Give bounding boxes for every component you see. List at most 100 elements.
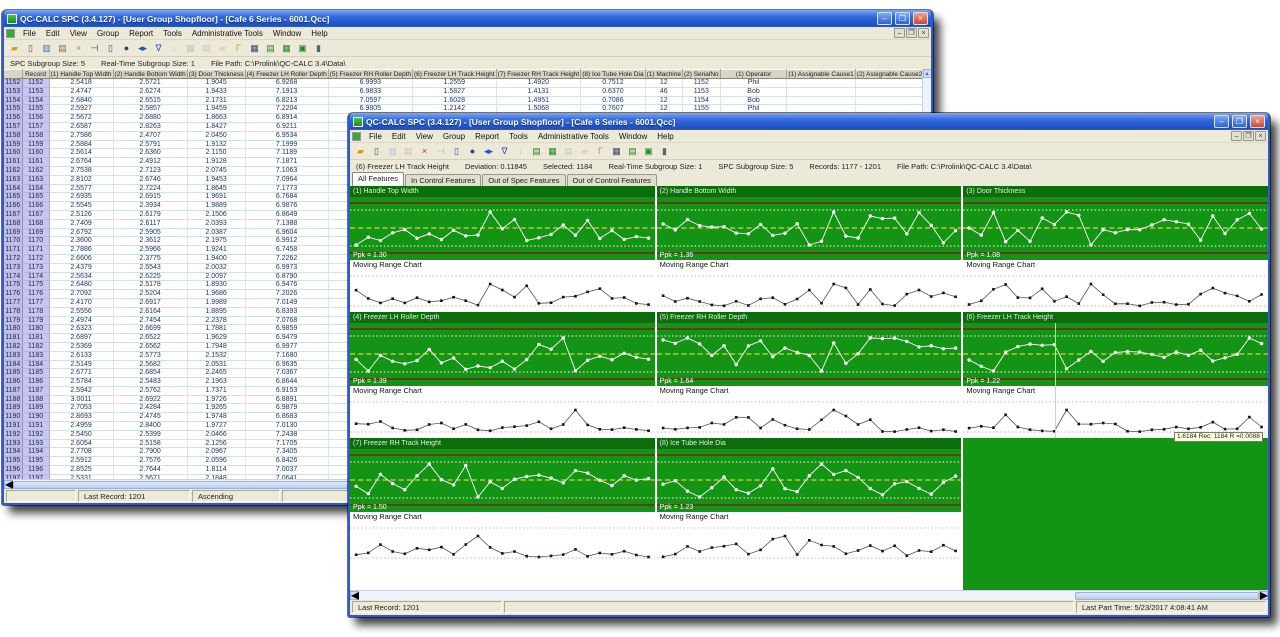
export-down-icon[interactable]: ↓ — [513, 145, 528, 158]
menu-help[interactable]: Help — [306, 29, 332, 38]
xbar-chart[interactable]: Ppk = 1.08 — [963, 197, 1268, 260]
scroll-left-arrow[interactable]: ◂ — [350, 591, 359, 600]
row-header[interactable]: 1195 — [4, 457, 22, 466]
back-titlebar[interactable]: QC-CALC SPC (3.4.127) - [User Group Shop… — [4, 10, 931, 27]
moving-range-chart[interactable] — [657, 270, 962, 312]
menu-group[interactable]: Group — [92, 29, 124, 38]
menu-edit[interactable]: Edit — [41, 29, 65, 38]
moving-range-chart[interactable] — [350, 522, 655, 564]
column-header[interactable]: (1) Handle Top Width — [49, 70, 113, 79]
moving-range-chart[interactable] — [350, 396, 655, 438]
row-header[interactable]: 1164 — [4, 184, 22, 193]
minimize-button[interactable]: – — [877, 12, 892, 25]
xbar-chart[interactable]: Ppk = 1.50 — [350, 449, 655, 512]
export-down-icon[interactable]: ↓ — [167, 42, 182, 55]
column-header[interactable]: (4) Freezer LH Roller Depth — [245, 70, 328, 79]
wrench-icon[interactable]: Γ — [231, 42, 246, 55]
feature-panel-4[interactable]: (4) Freezer LH Roller DepthPpk = 1.39Mov… — [350, 312, 655, 438]
xbar-chart[interactable]: Ppk = 1.64 — [657, 323, 962, 386]
row-header[interactable]: 1163 — [4, 175, 22, 184]
delete-icon[interactable]: ▯ — [23, 42, 38, 55]
moving-range-chart[interactable] — [657, 522, 962, 564]
row-header[interactable]: 1184 — [4, 360, 22, 369]
menu-group[interactable]: Group — [438, 132, 470, 141]
report-preview-icon[interactable]: ▯ — [449, 145, 464, 158]
report-preview-icon[interactable]: ▯ — [103, 42, 118, 55]
goto-last-icon[interactable]: ⊣ — [87, 42, 102, 55]
menu-administrative-tools[interactable]: Administrative Tools — [187, 29, 268, 38]
feature-panel-7[interactable]: (7) Freezer RH Track HeightPpk = 1.50Mov… — [350, 438, 655, 590]
open-folder-icon[interactable]: ▰ — [353, 145, 368, 158]
menu-edit[interactable]: Edit — [387, 132, 411, 141]
row-header[interactable]: 1197 — [4, 474, 22, 479]
scroll-left-arrow[interactable]: ◂ — [4, 480, 13, 489]
menu-window[interactable]: Window — [268, 29, 306, 38]
scroll-up-arrow[interactable]: ▴ — [923, 69, 932, 78]
xbar-chart[interactable]: Ppk = 1.30 — [350, 197, 655, 260]
column-header[interactable]: (8) Ice Tube Hole Dia — [581, 70, 645, 79]
folder2-icon[interactable]: ▰ — [215, 42, 230, 55]
close-button[interactable]: × — [1250, 115, 1265, 128]
pages-icon[interactable]: ▤ — [199, 42, 214, 55]
feature-panel-1[interactable]: (1) Handle Top WidthPpk = 1.30Moving Ran… — [350, 186, 655, 312]
row-header[interactable]: 1196 — [4, 466, 22, 475]
row-header[interactable]: 1156 — [4, 114, 22, 123]
row-header[interactable]: 1174 — [4, 272, 22, 281]
column-header[interactable]: (5) Freezer RH Roller Depth — [328, 70, 412, 79]
row-header[interactable]: 1188 — [4, 395, 22, 404]
feature-panel-8[interactable]: (8) Ice Tube Hole DiaPpk = 1.23Moving Ra… — [657, 438, 962, 590]
row-header[interactable]: 1185 — [4, 369, 22, 378]
row-header[interactable]: 1152 — [4, 79, 22, 88]
moving-range-chart[interactable] — [350, 270, 655, 312]
xbar-chart[interactable]: Ppk = 1.39 — [350, 323, 655, 386]
column-header[interactable]: Record — [22, 70, 49, 79]
scroll-thumb[interactable] — [1075, 592, 1259, 600]
moving-range-chart[interactable] — [657, 396, 962, 438]
menu-tools[interactable]: Tools — [158, 29, 187, 38]
row-header[interactable]: 1175 — [4, 281, 22, 290]
minimize-button[interactable]: – — [1214, 115, 1229, 128]
mdi-minimize-button[interactable]: – — [1231, 131, 1242, 141]
copy-icon[interactable]: ▥ — [39, 42, 54, 55]
pages-icon[interactable]: ▤ — [561, 145, 576, 158]
row-header[interactable]: 1193 — [4, 439, 22, 448]
row-header[interactable]: 1182 — [4, 342, 22, 351]
row-header[interactable]: 1167 — [4, 210, 22, 219]
row-header[interactable]: 1168 — [4, 219, 22, 228]
row-header[interactable]: 1165 — [4, 193, 22, 202]
row-header[interactable]: 1178 — [4, 307, 22, 316]
row-header[interactable]: 1181 — [4, 334, 22, 343]
row-header[interactable]: 1171 — [4, 246, 22, 255]
front-titlebar[interactable]: QC-CALC SPC (3.4.127) - [User Group Shop… — [350, 113, 1268, 130]
column-header[interactable]: (1) Machine — [645, 70, 682, 79]
row-header[interactable]: 1170 — [4, 237, 22, 246]
delete-icon[interactable]: ▯ — [369, 145, 384, 158]
row-header[interactable]: 1189 — [4, 404, 22, 413]
row-header[interactable]: 1166 — [4, 202, 22, 211]
row-header[interactable]: 1160 — [4, 149, 22, 158]
row-header[interactable]: 1158 — [4, 131, 22, 140]
maximize-button[interactable]: ❐ — [1232, 115, 1247, 128]
datasheet-icon[interactable]: ▦ — [247, 42, 262, 55]
feature-panel-5[interactable]: (5) Freezer RH Roller DepthPpk = 1.64Mov… — [657, 312, 962, 438]
front-horizontal-scrollbar[interactable]: ◂ ▸ — [350, 590, 1268, 600]
chart-xbar-icon[interactable]: ▤ — [263, 42, 278, 55]
feature-panel-6[interactable]: (6) Freezer LH Track HeightPpk = 1.22Mov… — [963, 312, 1268, 438]
xbar-chart[interactable]: Ppk = 1.23 — [657, 449, 962, 512]
row-header[interactable]: 1191 — [4, 422, 22, 431]
menu-administrative-tools[interactable]: Administrative Tools — [533, 132, 614, 141]
monitor-icon[interactable]: ▣ — [295, 42, 310, 55]
row-header[interactable]: 1162 — [4, 166, 22, 175]
mdi-close-button[interactable]: × — [1255, 131, 1266, 141]
column-header[interactable]: (6) Freezer LH Track Height — [412, 70, 496, 79]
chart-switch2-icon[interactable]: ▦ — [545, 145, 560, 158]
column-header[interactable]: (1) Operator — [720, 70, 787, 79]
mdi-close-button[interactable]: × — [918, 28, 929, 38]
row-header[interactable]: 1187 — [4, 386, 22, 395]
menu-file[interactable]: File — [18, 29, 41, 38]
filter-icon[interactable]: ∇ — [497, 145, 512, 158]
pin-icon[interactable]: ● — [465, 145, 480, 158]
row-header[interactable]: 1177 — [4, 298, 22, 307]
battery-icon[interactable]: ▮ — [311, 42, 326, 55]
menu-tools[interactable]: Tools — [504, 132, 533, 141]
